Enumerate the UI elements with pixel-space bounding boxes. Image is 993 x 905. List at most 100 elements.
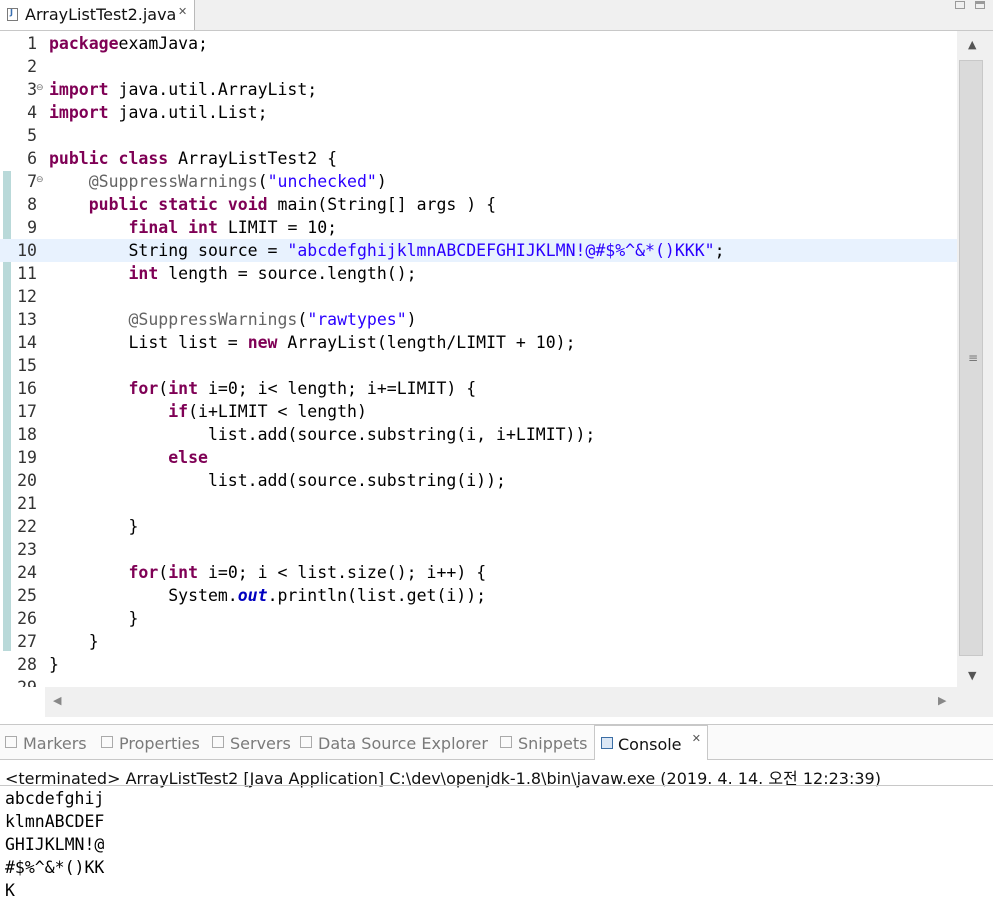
editor-tab-bar: ArrayListTest2.java ✕	[0, 0, 993, 31]
console-view[interactable]: <terminated> ArrayListTest2 [Java Applic…	[0, 760, 993, 905]
tab-console[interactable]: Console ✕	[594, 725, 708, 761]
code-text: @SuppressWarnings("unchecked")	[88, 172, 387, 191]
code-line[interactable]: 6 public class ArrayListTest2 {	[0, 147, 957, 170]
line-number: 17	[17, 402, 37, 421]
code-line[interactable]: 26 }	[0, 607, 957, 630]
scroll-right-icon[interactable]: ▶	[938, 694, 946, 707]
code-text-area[interactable]: 1 packageexamJava; 2 3 ⊖ import java.util.Arr…	[0, 31, 957, 687]
line-number: 20	[17, 471, 37, 490]
code-line[interactable]: 4 import java.util.List;	[0, 101, 957, 124]
scroll-left-icon[interactable]: ◀	[53, 694, 61, 707]
code-editor[interactable]: 1 packageexamJava; 2 3 ⊖ import java.util.Arr…	[0, 31, 993, 718]
code-line[interactable]: 19 else	[0, 446, 957, 469]
code-text: if(i+LIMIT < length)	[168, 402, 367, 421]
line-number: 10	[17, 241, 37, 260]
line-number: 19	[17, 448, 37, 467]
editor-tab-arraylisttest2[interactable]: ArrayListTest2.java ✕	[0, 0, 195, 30]
line-number: 28	[17, 655, 37, 674]
code-line[interactable]: 1 packageexamJava;	[0, 32, 957, 55]
line-number: 7	[27, 172, 37, 191]
code-line[interactable]: 10 String source = "abcdefghijklmnABCDEF…	[0, 239, 957, 262]
code-line[interactable]: 15	[0, 354, 957, 377]
fold-toggle-icon[interactable]: ⊖	[36, 83, 44, 93]
line-number: 8	[27, 195, 37, 214]
code-line[interactable]: 27 }	[0, 630, 957, 653]
code-text: }	[49, 655, 59, 674]
code-text: List list = new ArrayList(length/LIMIT +…	[49, 333, 576, 352]
properties-icon	[101, 736, 113, 748]
scrollbar-corner	[957, 687, 993, 717]
code-text: list.add(source.substring(i, i+LIMIT));	[49, 425, 596, 444]
code-line[interactable]: 23	[0, 538, 957, 561]
editor-tab-title: ArrayListTest2.java	[25, 5, 177, 24]
view-tab-bar: Markers Properties Servers Data Source E…	[0, 724, 993, 761]
line-number: 24	[17, 563, 37, 582]
code-line[interactable]: 28}	[0, 653, 957, 676]
code-text: @SuppressWarnings("rawtypes")	[128, 310, 417, 329]
fold-toggle-icon[interactable]: ⊖	[36, 175, 44, 185]
code-line[interactable]: 25 System.out.println(list.get(i));	[0, 584, 957, 607]
data-source-icon	[300, 736, 312, 748]
code-line[interactable]: 20 list.add(source.substring(i));	[0, 469, 957, 492]
scroll-up-icon[interactable]: ▲	[968, 38, 976, 51]
code-line[interactable]: 3 ⊖ import java.util.ArrayList;	[0, 78, 957, 101]
line-number: 26	[17, 609, 37, 628]
code-line[interactable]: 8 public static void main(String[] args …	[0, 193, 957, 216]
code-line[interactable]: 12	[0, 285, 957, 308]
code-line[interactable]: 22 }	[0, 515, 957, 538]
line-number: 22	[17, 517, 37, 536]
code-line[interactable]: 18 list.add(source.substring(i, i+LIMIT)…	[0, 423, 957, 446]
minimize-icon[interactable]	[955, 1, 965, 9]
tab-label: Properties	[119, 734, 200, 753]
code-line[interactable]: 13 @SuppressWarnings("rawtypes")	[0, 308, 957, 331]
code-line[interactable]: 5	[0, 124, 957, 147]
console-output-line: GHIJKLMN!@	[5, 835, 105, 854]
tab-label: Console	[618, 735, 682, 754]
horizontal-scrollbar[interactable]: ◀ ▶	[45, 687, 957, 717]
code-line[interactable]: 14 List list = new ArrayList(length/LIMI…	[0, 331, 957, 354]
code-text: int length = source.length();	[128, 264, 417, 283]
grip-icon: ≡	[968, 351, 979, 365]
code-line[interactable]: 7 ⊖ @SuppressWarnings("unchecked")	[0, 170, 957, 193]
code-line[interactable]: 29	[0, 676, 957, 687]
line-number: 27	[17, 632, 37, 651]
servers-icon	[212, 736, 224, 748]
console-output-line: klmnABCDEF	[5, 812, 105, 831]
code-text: list.add(source.substring(i));	[49, 471, 506, 490]
vertical-scrollbar[interactable]: ▲ ≡ ▼	[957, 31, 993, 687]
line-number: 18	[17, 425, 37, 444]
tab-label: Servers	[230, 734, 291, 753]
code-text: }	[49, 632, 99, 651]
console-output-line: abcdefghij	[5, 789, 105, 808]
java-file-icon	[7, 8, 18, 21]
code-text: for(int i=0; i< length; i+=LIMIT) {	[128, 379, 477, 398]
scroll-down-icon[interactable]: ▼	[968, 669, 976, 682]
code-text: import java.util.List;	[49, 103, 268, 122]
line-number: 2	[27, 57, 37, 76]
code-text: }	[49, 517, 139, 536]
code-line[interactable]: 21	[0, 492, 957, 515]
code-text: System.out.println(list.get(i));	[49, 586, 487, 605]
tab-label: Snippets	[518, 734, 588, 753]
line-number: 14	[17, 333, 37, 352]
code-line[interactable]: 2	[0, 55, 957, 78]
line-number: 13	[17, 310, 37, 329]
code-text: else	[168, 448, 208, 467]
maximize-icon[interactable]	[975, 1, 985, 9]
code-line[interactable]: 16 for(int i=0; i< length; i+=LIMIT) {	[0, 377, 957, 400]
code-line[interactable]: 24 for(int i=0; i < list.size(); i++) {	[0, 561, 957, 584]
line-number: 9	[27, 218, 37, 237]
code-line[interactable]: 11 int length = source.length();	[0, 262, 957, 285]
scroll-thumb[interactable]: ≡	[959, 60, 983, 656]
code-text: final int LIMIT = 10;	[128, 218, 338, 237]
snippets-icon	[500, 736, 512, 748]
console-output-line: #$%^&*()KK	[5, 858, 105, 877]
close-icon[interactable]: ✕	[692, 732, 701, 745]
console-output-line: K	[5, 881, 15, 900]
code-line[interactable]: 9 final int LIMIT = 10;	[0, 216, 957, 239]
line-number: 5	[27, 126, 37, 145]
line-number: 25	[17, 586, 37, 605]
close-icon[interactable]: ✕	[178, 5, 187, 18]
line-number: 29	[8, 678, 37, 687]
code-line[interactable]: 17 if(i+LIMIT < length)	[0, 400, 957, 423]
